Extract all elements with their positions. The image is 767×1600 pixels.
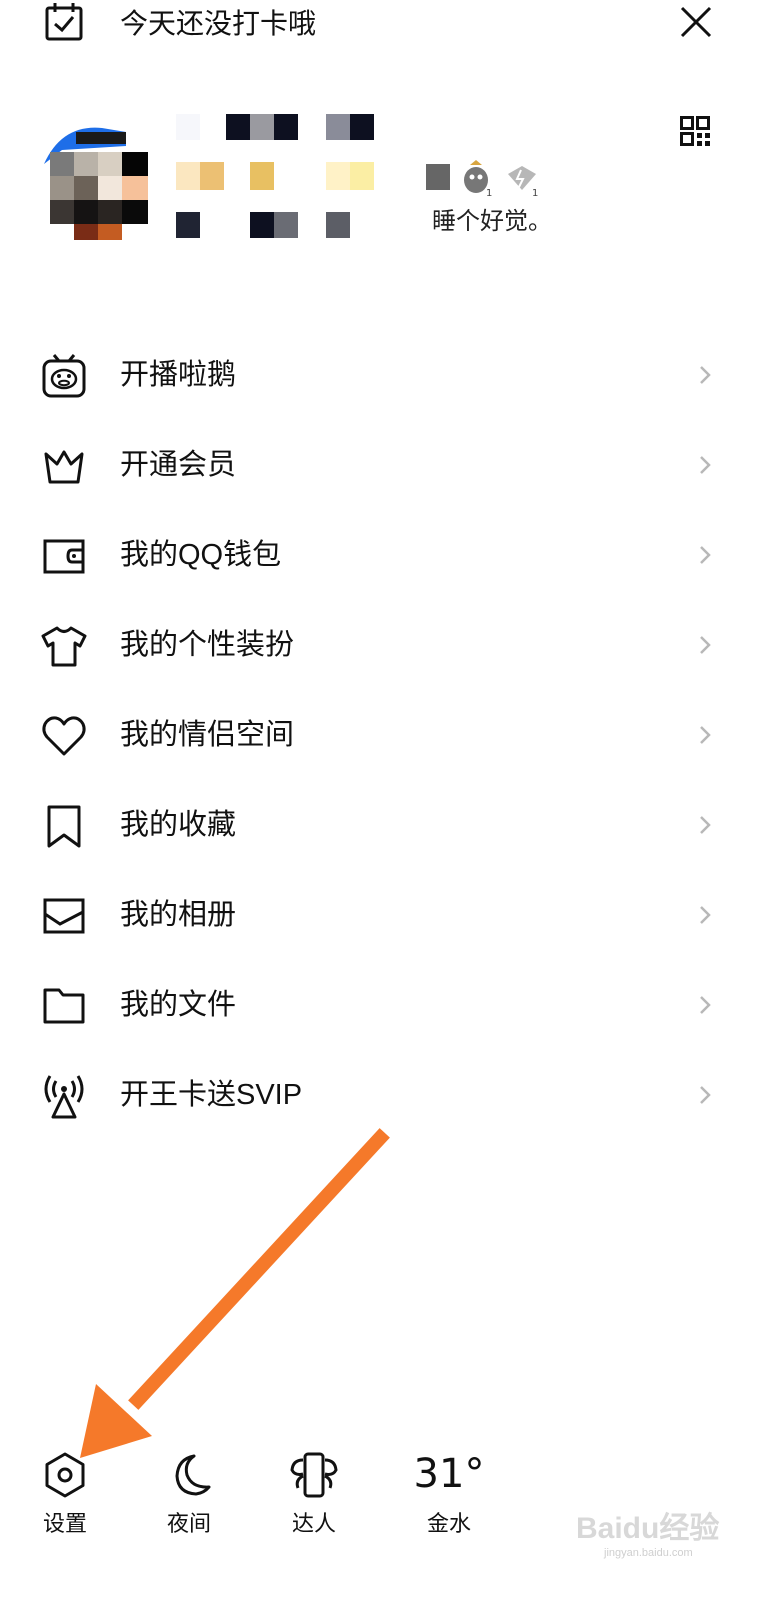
- wallet-icon: [40, 532, 88, 580]
- chevron-right-icon: [698, 454, 712, 476]
- crown-icon: [40, 442, 88, 490]
- chevron-right-icon: [698, 724, 712, 746]
- menu-item-album[interactable]: 我的相册: [0, 870, 767, 960]
- svg-text:1: 1: [486, 188, 492, 199]
- weather-temperature: 31°: [413, 1451, 485, 1497]
- menu-label: 开播啦鹅: [120, 359, 237, 391]
- avatar[interactable]: [42, 114, 154, 240]
- tv-mascot-icon: [40, 352, 88, 400]
- chevron-right-icon: [698, 364, 712, 386]
- menu-item-favorites[interactable]: 我的收藏: [0, 780, 767, 870]
- menu-label: 我的QQ钱包: [120, 539, 282, 571]
- chevron-right-icon: [698, 814, 712, 836]
- settings-label: 设置: [42, 1511, 87, 1536]
- signal-tower-icon: [40, 1072, 88, 1120]
- level-pixelated: [176, 162, 386, 190]
- chevron-right-icon: [698, 994, 712, 1016]
- watermark: Baidu经验: [576, 1512, 720, 1545]
- photo-icon: [40, 892, 88, 940]
- menu-label: 开王卡送SVIP: [120, 1079, 303, 1111]
- folder-icon: [40, 982, 88, 1030]
- lightning-badge-icon: 1: [508, 166, 538, 199]
- menu-label: 开通会员: [120, 449, 237, 481]
- signature-pixelated: [176, 212, 356, 238]
- chevron-right-icon: [698, 904, 712, 926]
- menu-item-live[interactable]: 开播啦鹅: [0, 330, 767, 420]
- username-pixelated: [176, 114, 386, 140]
- menu-label: 我的文件: [120, 989, 237, 1021]
- top-bar: 今天还没打卡哦: [0, 0, 767, 60]
- chevron-right-icon: [698, 634, 712, 656]
- settings-button[interactable]: 设置: [20, 1440, 110, 1550]
- close-icon[interactable]: [678, 4, 714, 40]
- menu-item-theme[interactable]: 我的个性装扮: [0, 600, 767, 690]
- menu-item-couple[interactable]: 我的情侣空间: [0, 690, 767, 780]
- moon-icon: [164, 1450, 214, 1500]
- badge-row[interactable]: 1 1: [424, 160, 554, 200]
- calendar-check-icon[interactable]: [44, 2, 84, 42]
- weather-location-label: 金水: [426, 1511, 471, 1536]
- watermark-url: jingyan.baidu.com: [604, 1547, 693, 1559]
- menu-label: 我的个性装扮: [120, 629, 295, 661]
- phone-wings-icon: [289, 1450, 339, 1500]
- menu-item-wallet[interactable]: 我的QQ钱包: [0, 510, 767, 600]
- menu-label: 我的情侣空间: [120, 719, 295, 751]
- night-label: 夜间: [166, 1511, 211, 1536]
- night-mode-button[interactable]: 夜间: [144, 1440, 234, 1550]
- penguin-badge-icon: 1: [464, 160, 492, 199]
- tshirt-icon: [40, 622, 88, 670]
- profile-card[interactable]: 1 1 睡个好觉。: [0, 100, 767, 260]
- expert-button[interactable]: 达人: [269, 1440, 359, 1550]
- menu-list: 开播啦鹅 开通会员 我的QQ钱包 我的个性装扮 我的情侣空间 我的收藏 我的相册…: [0, 330, 767, 1140]
- svg-text:1: 1: [532, 188, 538, 199]
- checkin-text[interactable]: 今天还没打卡哦: [120, 6, 316, 42]
- expert-label: 达人: [291, 1511, 336, 1536]
- signature-text: 睡个好觉。: [432, 208, 552, 235]
- menu-label: 我的收藏: [120, 809, 237, 841]
- menu-label: 我的相册: [120, 899, 237, 931]
- menu-item-wangka[interactable]: 开王卡送SVIP: [0, 1050, 767, 1140]
- settings-icon: [40, 1450, 90, 1500]
- weather-button[interactable]: 31° 金水: [404, 1440, 494, 1550]
- heart-icon: [40, 712, 88, 760]
- menu-item-files[interactable]: 我的文件: [0, 960, 767, 1050]
- chevron-right-icon: [698, 544, 712, 566]
- qr-code-icon[interactable]: [680, 116, 710, 146]
- menu-item-vip[interactable]: 开通会员: [0, 420, 767, 510]
- chevron-right-icon: [698, 1084, 712, 1106]
- bookmark-icon: [40, 802, 88, 850]
